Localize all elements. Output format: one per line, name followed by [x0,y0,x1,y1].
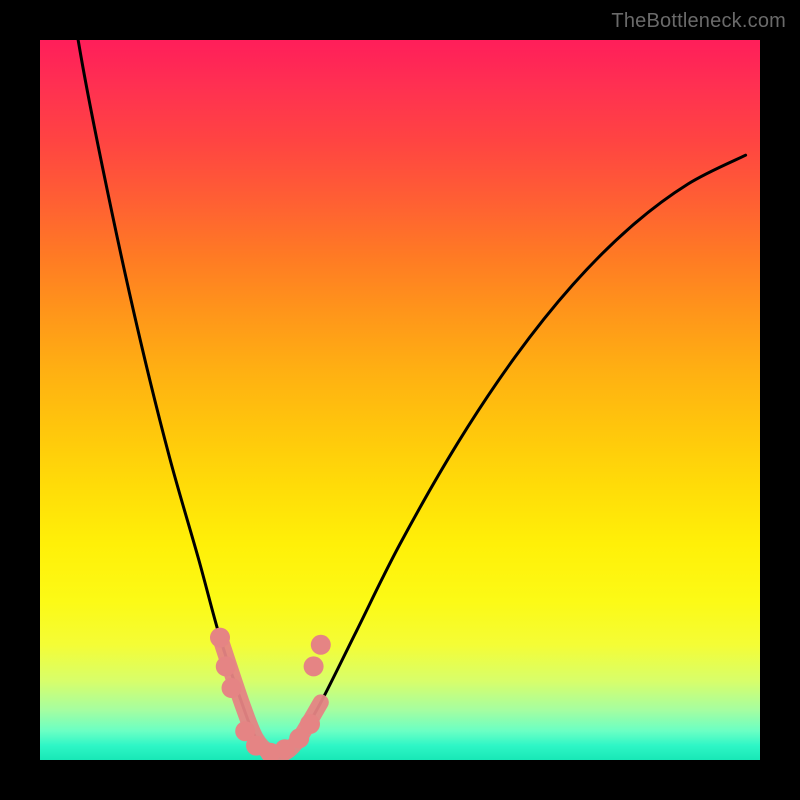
data-marker [311,635,331,655]
data-marker [300,714,320,734]
plot-area [40,40,760,760]
curve-layer [40,40,760,760]
data-marker [304,656,324,676]
bottleneck-curve [54,40,745,755]
data-marker [210,628,230,648]
chart-frame: TheBottleneck.com [0,0,800,800]
data-marker [222,678,242,698]
watermark-text: TheBottleneck.com [611,10,786,33]
data-marker [216,656,236,676]
